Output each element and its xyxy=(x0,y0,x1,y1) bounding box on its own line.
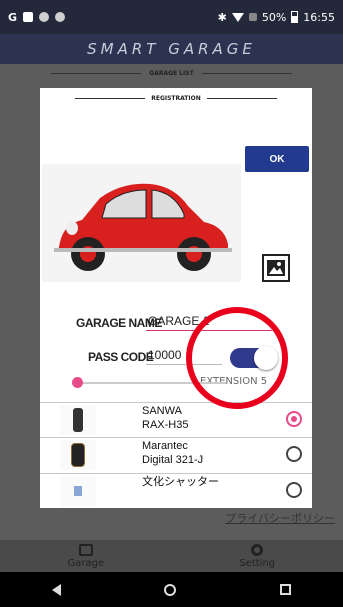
clock: 16:55 xyxy=(303,10,335,24)
device-brand: 文化シャッター xyxy=(142,476,219,488)
slider-thumb[interactable] xyxy=(72,377,83,388)
remote-thumbnail xyxy=(60,405,96,435)
ok-button[interactable]: OK xyxy=(245,146,309,172)
home-icon[interactable] xyxy=(164,583,177,596)
remote-thumbnail xyxy=(60,476,96,506)
device-model: Digital 321-J xyxy=(142,454,204,466)
status-right: ✱ 50% 16:55 xyxy=(218,11,335,24)
registration-dialog: REGISTRATION OK GARAGE NAME GARAGE 1 PAS… xyxy=(40,88,312,508)
device-name: Marantec Digital 321-J xyxy=(142,439,203,467)
red-car-image xyxy=(42,164,241,282)
remote-thumbnail xyxy=(60,440,96,470)
privacy-policy-link[interactable]: プライバシーポリシー xyxy=(225,510,335,526)
annotation-circle xyxy=(186,307,288,409)
app-title: SMART GARAGE xyxy=(0,34,343,64)
device-name: 文化シャッター xyxy=(142,475,219,489)
bottom-nav: Garage Setting xyxy=(0,540,343,572)
back-icon[interactable] xyxy=(51,583,61,596)
device-name: SANWA RAX-H35 xyxy=(142,404,188,432)
device-row[interactable]: Marantec Digital 321-J xyxy=(40,438,312,472)
pass-code-label: PASS CODE xyxy=(88,350,154,364)
device-radio[interactable] xyxy=(286,482,302,498)
system-nav-bar xyxy=(0,572,343,607)
status-left: G xyxy=(8,10,66,24)
google-icon: G xyxy=(8,10,18,24)
device-row[interactable]: SANWA RAX-H35 xyxy=(40,403,312,437)
device-brand: SANWA xyxy=(142,405,182,417)
nav-garage[interactable]: Garage xyxy=(0,540,172,572)
status-bar: G ✱ 50% 16:55 xyxy=(0,0,343,34)
bluetooth-icon: ✱ xyxy=(217,10,227,24)
device-brand: Marantec xyxy=(142,440,188,452)
nav-garage-label: Garage xyxy=(67,557,105,569)
device-radio[interactable] xyxy=(286,446,302,462)
shield-notification-icon xyxy=(55,12,66,22)
signal-icon xyxy=(248,13,257,21)
nav-setting-label: Setting xyxy=(239,557,276,569)
recents-icon[interactable] xyxy=(280,584,292,595)
wifi-icon xyxy=(231,12,244,22)
circle-notification-icon xyxy=(39,12,50,22)
gear-icon xyxy=(251,543,264,556)
image-icon xyxy=(267,260,285,276)
device-radio[interactable] xyxy=(286,411,302,427)
garage-icon xyxy=(78,543,93,556)
dialog-title: REGISTRATION xyxy=(40,92,312,104)
image-notification-icon xyxy=(23,12,34,22)
garage-list-title: GARAGE LIST xyxy=(0,66,343,80)
device-model: RAX-H35 xyxy=(142,419,189,431)
battery-icon xyxy=(291,11,299,23)
remote-icon xyxy=(73,408,83,432)
battery-percent: 50% xyxy=(261,10,287,24)
remote-icon xyxy=(74,486,82,496)
image-picker-button[interactable] xyxy=(262,254,290,282)
nav-setting[interactable]: Setting xyxy=(172,540,343,572)
remote-icon xyxy=(71,443,85,467)
device-row[interactable]: 文化シャッター xyxy=(40,474,312,508)
car-photo xyxy=(42,164,241,282)
